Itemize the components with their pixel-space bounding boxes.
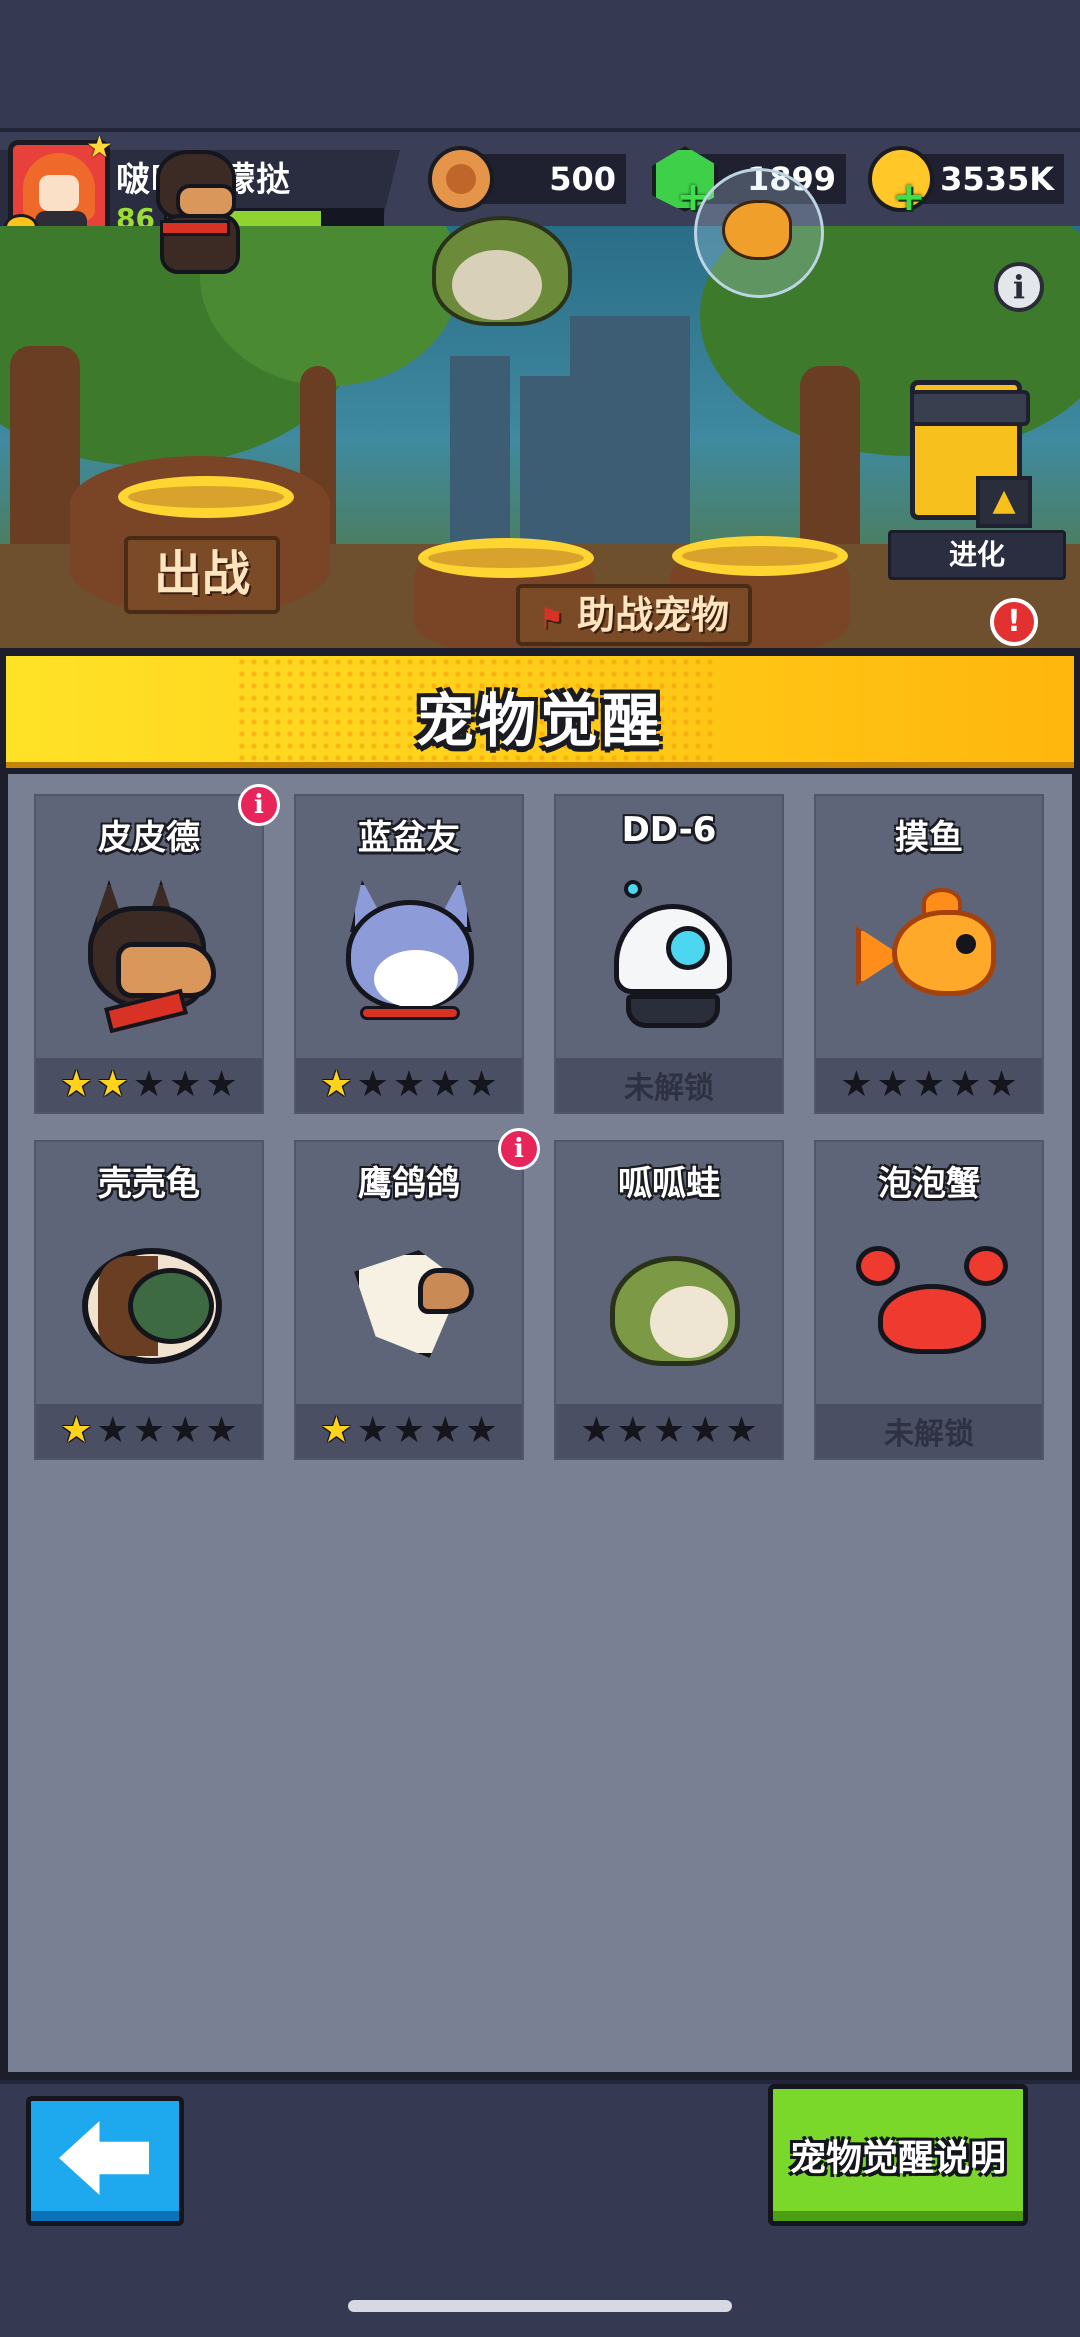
evolve-machine-top — [910, 390, 1030, 426]
pet-name: 皮皮德 — [98, 818, 200, 858]
evolve-button[interactable]: 进化 — [888, 530, 1066, 580]
assist-label: 助战宠物 — [577, 593, 730, 637]
info-badge-icon[interactable]: i — [238, 784, 280, 826]
pet-name: 壳壳龟 — [98, 1164, 200, 1204]
star-empty-icon: ★ — [356, 1064, 389, 1105]
bread-coin-icon — [428, 146, 494, 212]
deploy-sign[interactable]: 出战 — [124, 536, 280, 614]
star-empty-icon: ★ — [429, 1064, 462, 1105]
star-rating: 未解锁 — [816, 1404, 1042, 1458]
crab-icon — [856, 1226, 1008, 1376]
assist-sign[interactable]: ⚑ 助战宠物 — [516, 584, 752, 646]
pet-card[interactable]: 泡泡蟹 未解锁 — [814, 1140, 1044, 1460]
star-empty-icon: ★ — [132, 1410, 166, 1451]
star-empty-icon: ★ — [96, 1410, 129, 1451]
status-area — [0, 0, 1080, 128]
shepherd-dog-icon — [76, 880, 226, 1034]
back-arrow-icon — [59, 2121, 149, 2195]
pet-name: 摸鱼 — [895, 818, 963, 858]
star-empty-icon: ★ — [949, 1064, 982, 1105]
pet-card[interactable]: 呱呱蛙 ★ ★ ★ ★ ★ — [554, 1140, 784, 1460]
turtle-icon — [76, 1226, 226, 1376]
star-empty-icon: ★ — [356, 1410, 389, 1451]
pet-card[interactable]: 摸鱼 ★ ★ ★ ★ ★ — [814, 794, 1044, 1114]
building — [570, 316, 690, 556]
alert-icon[interactable]: ! — [990, 598, 1038, 646]
assist-goldfish — [722, 200, 792, 260]
star-empty-icon: ★ — [205, 1064, 238, 1105]
goldfish-icon — [856, 880, 1006, 1030]
bread-amount: 500 — [549, 160, 616, 198]
star-empty-icon: ★ — [169, 1410, 202, 1451]
star-filled-icon: ★ — [60, 1410, 93, 1451]
locked-label: 未解锁 — [884, 1417, 974, 1452]
star-rating: ★ ★ ★ ★ ★ — [556, 1404, 782, 1458]
panel-title: 宠物觉醒 — [415, 687, 664, 755]
star-empty-icon: ★ — [912, 1064, 946, 1105]
star-empty-icon: ★ — [616, 1410, 649, 1451]
pet-name: DD-6 — [621, 810, 717, 850]
panel-title-banner: 宠物觉醒 — [6, 656, 1074, 768]
blue-cat-icon — [336, 880, 486, 1030]
pet-card[interactable]: 皮皮德 ★ ★ ★ ★ ★ — [34, 794, 264, 1114]
awakening-help-button[interactable]: 宠物觉醒说明 — [768, 2084, 1028, 2226]
up-arrow-icon: ▲ — [976, 476, 1032, 528]
gold-plus-icon[interactable]: + — [892, 177, 926, 217]
assist-platform-2[interactable] — [672, 536, 848, 576]
pet-card[interactable]: DD-6 未解锁 — [554, 794, 784, 1114]
building — [450, 356, 510, 556]
pet-name: 泡泡蟹 — [878, 1164, 980, 1204]
star-rating: ★ ★ ★ ★ ★ — [296, 1404, 522, 1458]
star-rating: ★ ★ ★ ★ ★ — [296, 1058, 522, 1112]
star-empty-icon: ★ — [689, 1410, 722, 1451]
star-empty-icon: ★ — [580, 1410, 613, 1451]
star-empty-icon: ★ — [429, 1410, 462, 1451]
pet-name: 鹰鸽鸽 — [358, 1164, 460, 1204]
star-rating: ★ ★ ★ ★ ★ — [816, 1058, 1042, 1112]
pet-name: 呱呱蛙 — [618, 1164, 720, 1204]
star-empty-icon: ★ — [876, 1064, 909, 1105]
robot-icon — [596, 880, 746, 1030]
star-filled-icon: ★ — [320, 1410, 353, 1451]
pet-card[interactable]: 壳壳龟 ★ ★ ★ ★ ★ — [34, 1140, 264, 1460]
star-empty-icon: ★ — [392, 1064, 426, 1105]
pet-card[interactable]: 蓝盆友 ★ ★ ★ ★ ★ — [294, 794, 524, 1114]
star-filled-icon: ★ — [96, 1064, 129, 1105]
avatar-star-icon: ★ — [86, 130, 113, 165]
locked-label: 未解锁 — [624, 1071, 714, 1106]
frog-icon — [596, 1226, 746, 1376]
pet-name: 蓝盆友 — [358, 818, 460, 858]
assist-frog[interactable] — [432, 216, 572, 326]
deploy-platform[interactable] — [118, 476, 294, 518]
assist-platform-1[interactable] — [418, 538, 594, 578]
pet-card[interactable]: 鹰鸽鸽 ★ ★ ★ ★ ★ — [294, 1140, 524, 1460]
eagle-icon — [336, 1226, 486, 1376]
star-filled-icon: ★ — [320, 1064, 353, 1105]
star-rating: 未解锁 — [556, 1058, 782, 1112]
star-empty-icon: ★ — [652, 1410, 686, 1451]
star-rating: ★ ★ ★ ★ ★ — [36, 1058, 262, 1112]
building — [520, 376, 570, 556]
star-empty-icon: ★ — [465, 1064, 498, 1105]
star-empty-icon: ★ — [132, 1064, 166, 1105]
star-empty-icon: ★ — [465, 1410, 498, 1451]
info-icon[interactable]: i — [994, 262, 1044, 312]
back-button[interactable] — [26, 2096, 184, 2226]
star-empty-icon: ★ — [205, 1410, 238, 1451]
help-button-label: 宠物觉醒说明 — [789, 2138, 1006, 2179]
star-empty-icon: ★ — [985, 1064, 1018, 1105]
star-rating: ★ ★ ★ ★ ★ — [36, 1404, 262, 1458]
star-filled-icon: ★ — [60, 1064, 93, 1105]
avatar-face — [39, 175, 79, 211]
gold-currency[interactable]: 3535K — [912, 154, 1064, 204]
home-indicator[interactable] — [348, 2300, 732, 2312]
star-empty-icon: ★ — [392, 1410, 426, 1451]
star-empty-icon: ★ — [169, 1064, 202, 1105]
star-empty-icon: ★ — [725, 1410, 758, 1451]
star-empty-icon: ★ — [840, 1064, 873, 1105]
info-badge-icon[interactable]: i — [498, 1128, 540, 1170]
gold-amount: 3535K — [940, 160, 1054, 198]
deployed-dog[interactable] — [140, 150, 250, 274]
flag-icon: ⚑ — [538, 602, 564, 635]
